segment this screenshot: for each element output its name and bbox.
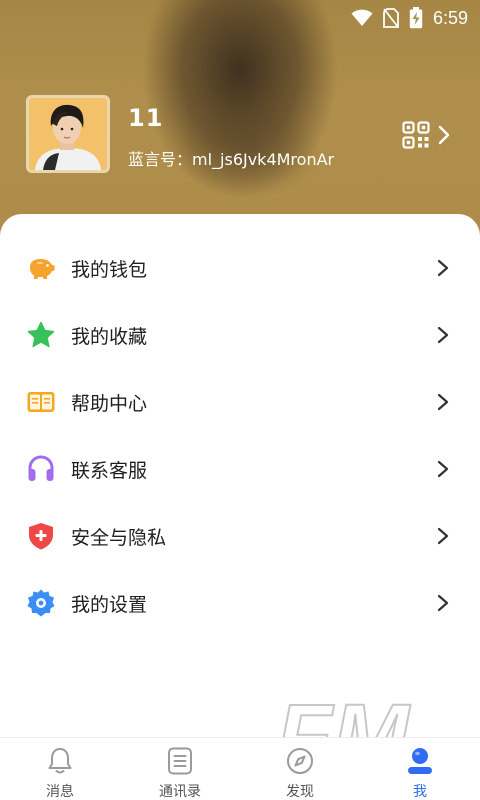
nav-tab-label: 通讯录 <box>159 784 201 800</box>
qr-code-button[interactable] <box>402 120 458 150</box>
nav-tab-me[interactable]: 我 <box>360 738 480 800</box>
menu-item-label: 联系客服 <box>71 459 148 482</box>
chevron-right-icon <box>437 460 449 478</box>
headphones-icon <box>28 455 54 481</box>
menu-item-settings[interactable]: 我的设置 <box>0 575 480 631</box>
menu-item-label: 我的钱包 <box>71 258 148 281</box>
star-icon <box>27 321 55 348</box>
gear-icon <box>27 589 55 617</box>
piggy-bank-icon <box>30 259 55 279</box>
book-icon <box>27 392 55 412</box>
nav-tab-label: 我 <box>413 784 427 800</box>
bottom-nav: 消息 通讯录 发现 我 <box>0 737 480 800</box>
status-bar: 6:59 <box>0 0 480 36</box>
qr-code-icon <box>402 121 430 149</box>
status-time: 6:59 <box>432 7 468 28</box>
chevron-right-icon <box>437 393 449 411</box>
chevron-right-icon <box>437 527 449 545</box>
menu-item-security-privacy[interactable]: 安全与隐私 <box>0 508 480 564</box>
contacts-icon <box>168 747 192 775</box>
nav-tab-label: 消息 <box>46 784 74 800</box>
menu-item-customer-service[interactable]: 联系客服 <box>0 441 480 497</box>
menu-item-label: 我的设置 <box>71 593 148 616</box>
wifi-icon <box>351 9 373 26</box>
menu-card: 我的钱包 我的收藏 帮助中心 联系客服 安全与隐私 我的设置 <box>0 214 480 744</box>
profile-header: 6:59 11 蓝言号：ml_js6Jvk4MronAr <box>0 0 480 250</box>
chevron-right-icon <box>437 259 449 277</box>
profile-icon <box>408 748 432 774</box>
menu-item-label: 帮助中心 <box>71 392 148 415</box>
nav-tab-discover[interactable]: 发现 <box>240 738 360 800</box>
menu-item-label: 安全与隐私 <box>71 526 167 549</box>
profile-id: 蓝言号：ml_js6Jvk4MronAr <box>128 150 335 169</box>
menu-item-favorites[interactable]: 我的收藏 <box>0 307 480 363</box>
nav-tab-label: 发现 <box>286 784 314 800</box>
avatar[interactable] <box>26 95 110 173</box>
chevron-right-icon <box>438 125 450 145</box>
nav-tab-messages[interactable]: 消息 <box>0 738 120 800</box>
menu-item-help-center[interactable]: 帮助中心 <box>0 374 480 430</box>
chevron-right-icon <box>437 594 449 612</box>
menu-item-wallet[interactable]: 我的钱包 <box>0 240 480 296</box>
bell-icon <box>48 748 72 774</box>
chevron-right-icon <box>437 326 449 344</box>
battery-charging-icon <box>409 7 423 29</box>
menu-item-label: 我的收藏 <box>71 325 148 348</box>
profile-name: 11 <box>128 104 164 132</box>
compass-icon <box>287 748 313 774</box>
no-sim-icon <box>383 8 399 28</box>
nav-tab-contacts[interactable]: 通讯录 <box>120 738 240 800</box>
shield-icon <box>29 523 53 550</box>
